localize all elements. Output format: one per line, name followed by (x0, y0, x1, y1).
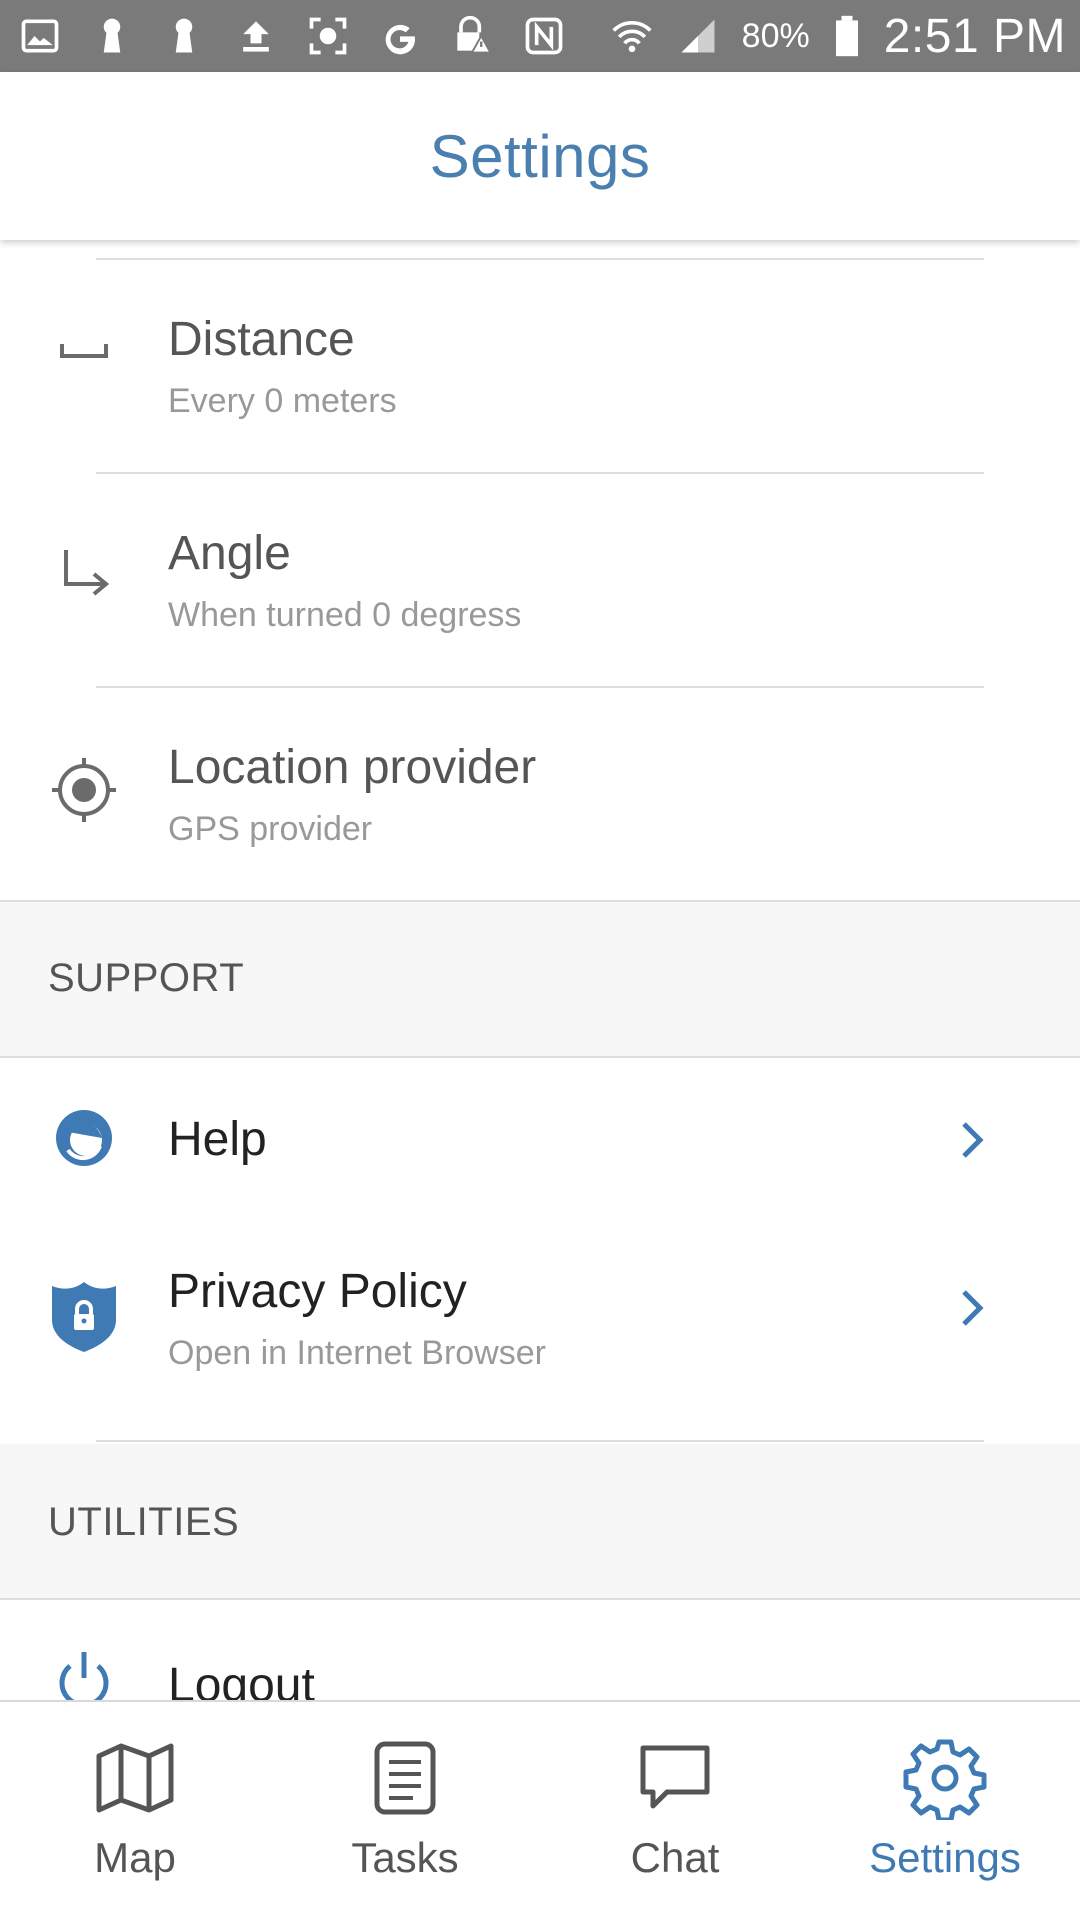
battery-icon (832, 14, 862, 58)
clock: 2:51 PM (883, 9, 1066, 63)
section-label: SUPPORT (48, 956, 245, 1000)
nav-item-tasks[interactable]: Tasks (270, 1702, 540, 1920)
google-icon (378, 14, 422, 58)
battery-percent: 80% (741, 16, 810, 55)
nfc-icon (522, 14, 566, 58)
setting-row-angle[interactable]: Angle When turned 0 degress (0, 474, 1080, 686)
location-provider-title: Location provider (168, 741, 537, 794)
section-header-support: SUPPORT (0, 902, 1080, 1056)
nav-label-map: Map (94, 1834, 176, 1881)
setting-row-privacy-policy[interactable]: Privacy Policy Open in Internet Browser (0, 1224, 1080, 1426)
page-title: Settings (429, 122, 651, 190)
help-title: Help (168, 1113, 267, 1166)
privacy-policy-title: Privacy Policy (168, 1265, 467, 1318)
setting-row-help[interactable]: Help (0, 1058, 1080, 1224)
angle-title: Angle (168, 527, 291, 580)
status-bar: 80% 2:51 PM (0, 0, 1080, 72)
section-header-utilities: UTILITIES (0, 1444, 1080, 1598)
keyhole-icon (90, 14, 134, 58)
document-icon (363, 1736, 447, 1820)
setting-row-location-provider[interactable]: Location provider GPS provider (0, 688, 1080, 900)
chat-bubble-icon (633, 1736, 717, 1820)
settings-screen: 80% 2:51 PM Settings Distance Every 0 me… (0, 0, 1080, 1920)
angle-subtitle: When turned 0 degress (168, 596, 522, 634)
nav-item-map[interactable]: Map (0, 1702, 270, 1920)
privacy-policy-subtitle: Open in Internet Browser (168, 1334, 546, 1372)
ruler-icon (44, 310, 124, 390)
shield-lock-icon (44, 1276, 124, 1356)
setting-row-logout[interactable]: Logout (0, 1600, 1080, 1700)
bottom-navigation: Map Tasks Chat Settings (0, 1700, 1080, 1920)
nav-label-chat: Chat (630, 1834, 720, 1881)
nav-item-chat[interactable]: Chat (540, 1702, 810, 1920)
section-label: UTILITIES (48, 1500, 240, 1544)
divider (96, 1440, 984, 1442)
app-header: Settings (0, 72, 1080, 240)
distance-subtitle: Every 0 meters (168, 382, 397, 420)
lock-warning-icon (450, 14, 494, 58)
turn-arrow-icon (44, 534, 124, 614)
upload-icon (234, 14, 278, 58)
wifi-icon (610, 14, 654, 58)
map-icon (93, 1736, 177, 1820)
headset-icon (44, 1100, 124, 1180)
screenshot-icon (306, 14, 350, 58)
nav-item-settings[interactable]: Settings (810, 1702, 1080, 1920)
settings-list[interactable]: Distance Every 0 meters Angle When turne… (0, 240, 1080, 1700)
status-left-icons (18, 0, 566, 72)
gear-icon (903, 1736, 987, 1823)
status-right-icons: 80% 2:51 PM (610, 0, 1066, 72)
keyhole-icon (162, 14, 206, 58)
signal-icon (676, 14, 720, 58)
nav-label-tasks: Tasks (351, 1834, 459, 1881)
gallery-icon (18, 14, 62, 58)
setting-row-distance[interactable]: Distance Every 0 meters (0, 260, 1080, 472)
power-icon (44, 1640, 124, 1700)
crosshair-icon (44, 750, 124, 830)
nav-label-settings: Settings (869, 1834, 1021, 1881)
chevron-right-icon (948, 1280, 996, 1336)
distance-title: Distance (168, 313, 355, 366)
location-provider-subtitle: GPS provider (168, 810, 373, 848)
logout-title: Logout (168, 1659, 315, 1700)
chevron-right-icon (948, 1112, 996, 1168)
